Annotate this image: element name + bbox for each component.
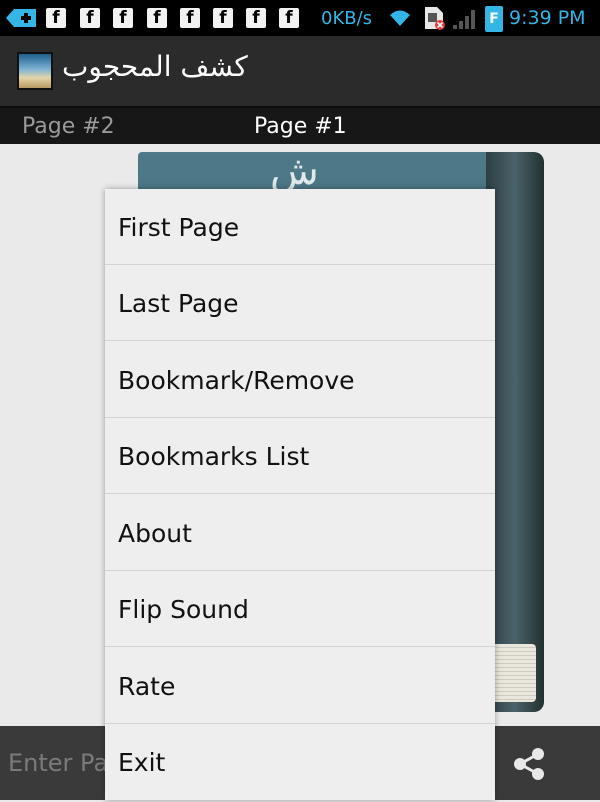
book-page-edges	[490, 644, 536, 702]
facebook-icon: f	[279, 8, 299, 28]
clock: 9:39 PM	[509, 7, 586, 29]
tab-page-2[interactable]: Page #2	[22, 114, 115, 139]
status-bar: f f f f f f f f 0KB/s F 9:39 PM	[0, 0, 600, 36]
facebook-icon: f	[113, 8, 133, 28]
wifi-icon	[390, 10, 410, 26]
plus-icon	[6, 9, 36, 27]
facebook-icon: f	[246, 8, 266, 28]
battery-icon: F	[485, 6, 503, 32]
menu-item-flip-sound[interactable]: Flip Sound	[105, 571, 495, 647]
facebook-icon: f	[80, 8, 100, 28]
menu-item-bookmark-remove[interactable]: Bookmark/Remove	[105, 342, 495, 418]
no-sim-icon	[425, 7, 445, 30]
facebook-icon: f	[213, 8, 233, 28]
menu-item-bookmarks-list[interactable]: Bookmarks List	[105, 418, 495, 494]
page-tabs: Page #2 Page #1	[0, 106, 600, 144]
network-speed: 0KB/s	[321, 8, 373, 29]
menu-item-first-page[interactable]: First Page	[105, 189, 495, 265]
page-number-input[interactable]	[0, 726, 110, 800]
app-book-icon[interactable]	[17, 52, 53, 90]
app-title: كشف المحجوب	[62, 50, 248, 83]
menu-item-last-page[interactable]: Last Page	[105, 265, 495, 341]
book-cover-letter: ش	[270, 148, 319, 194]
facebook-icon: f	[180, 8, 200, 28]
tab-page-1[interactable]: Page #1	[254, 114, 347, 139]
action-bar: كشف المحجوب	[0, 36, 600, 106]
share-icon[interactable]	[508, 742, 552, 786]
menu-item-rate[interactable]: Rate	[105, 648, 495, 724]
facebook-icon: f	[46, 8, 66, 28]
signal-icon	[453, 10, 475, 29]
menu-item-exit[interactable]: Exit	[105, 724, 495, 800]
menu-item-about[interactable]: About	[105, 495, 495, 571]
facebook-icon: f	[147, 8, 167, 28]
overflow-menu: First Page Last Page Bookmark/Remove Boo…	[105, 189, 495, 800]
